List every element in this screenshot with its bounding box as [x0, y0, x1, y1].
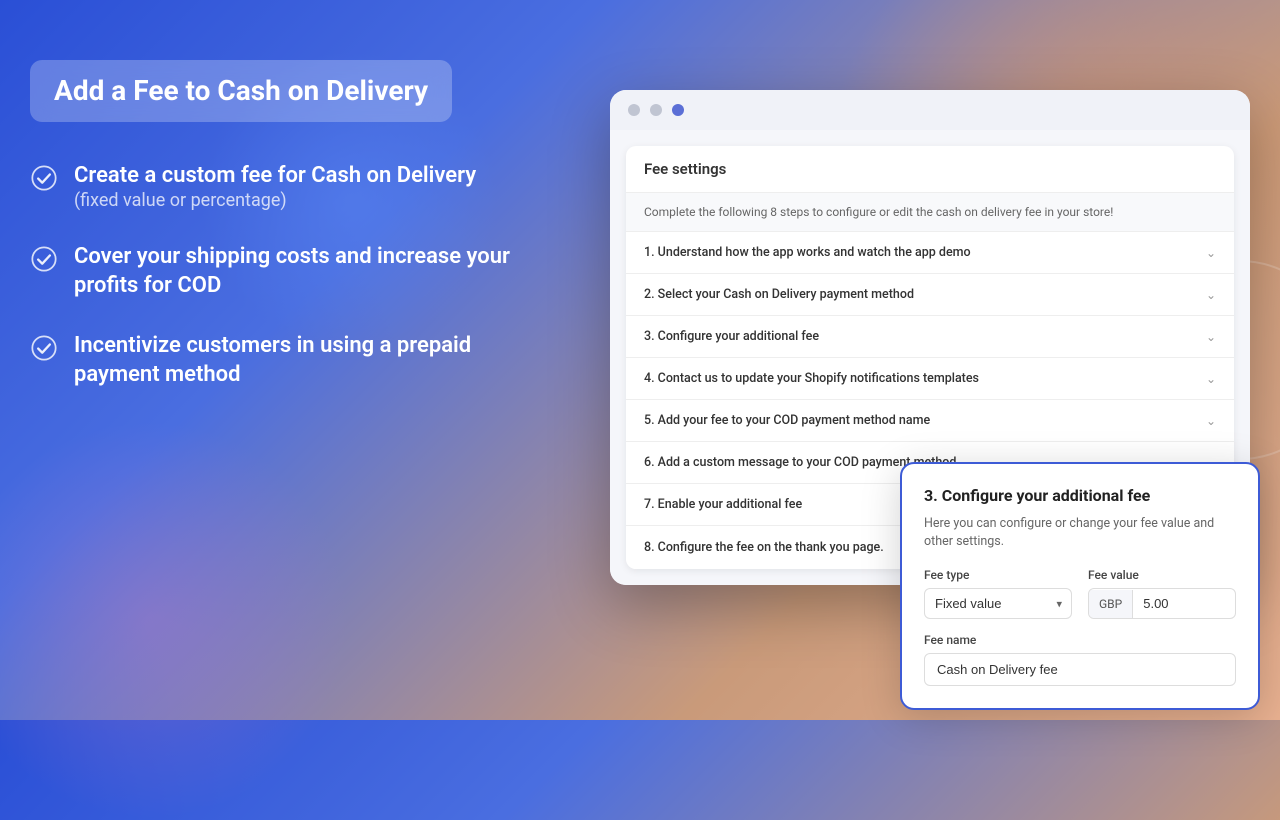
feature-text-2: Cover your shipping costs and increase y…: [74, 243, 510, 300]
check-circle-icon-2: [30, 245, 58, 273]
feature-item-3: Incentivize customers in using a prepaid…: [30, 332, 510, 389]
accordion-step-2[interactable]: 2. Select your Cash on Delivery payment …: [626, 274, 1234, 316]
chevron-down-icon-2: ⌄: [1206, 288, 1216, 302]
info-bar: Complete the following 8 steps to config…: [626, 193, 1234, 232]
chevron-down-icon-4: ⌄: [1206, 372, 1216, 386]
configure-popup: 3. Configure your additional fee Here yo…: [900, 462, 1260, 710]
page-title: Add a Fee to Cash on Delivery: [54, 74, 428, 108]
fee-name-group: Fee name: [924, 633, 1236, 686]
feature-list: Create a custom fee for Cash on Delivery…: [30, 162, 510, 390]
popup-title: 3. Configure your additional fee: [924, 486, 1236, 505]
fee-settings-header: Fee settings: [626, 146, 1234, 193]
feature-text-1: Create a custom fee for Cash on Delivery…: [74, 162, 476, 212]
accordion-step-4[interactable]: 4. Contact us to update your Shopify not…: [626, 358, 1234, 400]
browser-dot-1: [628, 104, 640, 116]
check-circle-icon-1: [30, 164, 58, 192]
browser-dot-3: [672, 104, 684, 116]
fee-name-input[interactable]: [924, 653, 1236, 686]
chevron-down-icon-3: ⌄: [1206, 330, 1216, 344]
fee-value-label: Fee value: [1088, 568, 1236, 582]
left-panel: Add a Fee to Cash on Delivery Create a c…: [30, 60, 510, 390]
accordion-step-3[interactable]: 3. Configure your additional fee ⌄: [626, 316, 1234, 358]
browser-topbar: [610, 90, 1250, 130]
chevron-down-icon-1: ⌄: [1206, 246, 1216, 260]
title-badge: Add a Fee to Cash on Delivery: [30, 60, 452, 122]
popup-form-row-1: Fee type Fixed value Percentage Fee valu…: [924, 568, 1236, 619]
fee-value-input-wrapper: GBP: [1088, 588, 1236, 619]
chevron-down-icon-5: ⌄: [1206, 414, 1216, 428]
popup-subtitle: Here you can configure or change your fe…: [924, 515, 1236, 550]
fee-name-label: Fee name: [924, 633, 1236, 647]
browser-dot-2: [650, 104, 662, 116]
feature-item-1: Create a custom fee for Cash on Delivery…: [30, 162, 510, 212]
accordion-step-5[interactable]: 5. Add your fee to your COD payment meth…: [626, 400, 1234, 442]
accordion-step-1[interactable]: 1. Understand how the app works and watc…: [626, 232, 1234, 274]
fee-currency: GBP: [1089, 590, 1133, 618]
feature-item-2: Cover your shipping costs and increase y…: [30, 243, 510, 300]
fee-amount-input[interactable]: [1133, 589, 1203, 618]
fee-type-label: Fee type: [924, 568, 1072, 582]
fee-type-select-wrapper[interactable]: Fixed value Percentage: [924, 588, 1072, 619]
fee-type-group: Fee type Fixed value Percentage: [924, 568, 1072, 619]
fee-type-select[interactable]: Fixed value Percentage: [924, 588, 1072, 619]
feature-text-3: Incentivize customers in using a prepaid…: [74, 332, 510, 389]
check-circle-icon-3: [30, 334, 58, 362]
fee-value-group: Fee value GBP: [1088, 568, 1236, 619]
